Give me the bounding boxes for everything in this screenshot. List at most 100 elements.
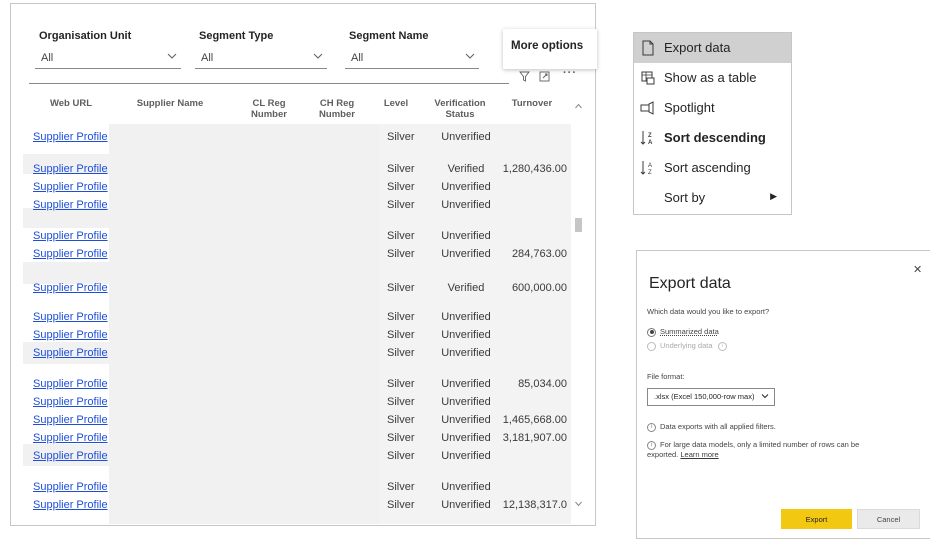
supplier-profile-link[interactable]: Supplier Profile (33, 131, 108, 143)
filter-label-segment-name: Segment Name (349, 30, 429, 42)
svg-text:Z: Z (648, 170, 652, 176)
radio-summarized-data[interactable]: Summarized data (647, 327, 719, 337)
menu-label: Export data (664, 40, 731, 55)
radio-button (647, 341, 656, 351)
radio-label: Underlying data (660, 341, 713, 350)
sort-ascending-icon: AZ (639, 159, 657, 177)
column-header-ch-reg-number[interactable]: CH Reg Number (315, 98, 359, 120)
radio-label: Summarized data (660, 327, 719, 336)
level-cell: Silver (387, 248, 415, 260)
menu-label: Sort descending (664, 130, 766, 145)
scroll-up-icon[interactable] (574, 102, 583, 110)
organisation-unit-dropdown[interactable]: All (35, 48, 181, 69)
learn-more-link[interactable]: Learn more (680, 450, 718, 459)
filter-icon[interactable] (519, 71, 530, 85)
svg-text:A: A (648, 163, 652, 169)
supplier-profile-link[interactable]: Supplier Profile (33, 329, 108, 341)
supplier-profile-link[interactable]: Supplier Profile (33, 378, 108, 390)
supplier-profile-link[interactable]: Supplier Profile (33, 163, 108, 175)
dropdown-value: All (351, 52, 364, 64)
column-header-supplier-name[interactable]: Supplier Name (129, 98, 211, 109)
tooltip-text: More options (511, 40, 584, 52)
file-format-label: File format: (647, 372, 685, 381)
more-options-menu: Export data Show as a table Spotlight ZA… (633, 32, 792, 215)
scroll-down-icon[interactable] (574, 500, 583, 508)
status-cell: Unverified (441, 131, 491, 143)
segment-type-dropdown[interactable]: All (195, 48, 327, 69)
visual-header-divider (29, 83, 509, 84)
menu-item-sort-by[interactable]: Sort by ▶ (634, 183, 791, 213)
info-text: For large data models, only a limited nu… (647, 440, 860, 459)
segment-name-dropdown[interactable]: All (345, 48, 479, 69)
menu-label: Spotlight (664, 100, 715, 115)
supplier-profile-link[interactable]: Supplier Profile (33, 432, 108, 444)
radio-button-selected[interactable] (647, 327, 656, 337)
export-icon (639, 39, 657, 57)
menu-label: Sort ascending (664, 160, 751, 175)
dropdown-value: All (201, 52, 214, 64)
level-cell: Silver (387, 396, 415, 408)
column-header-web-url[interactable]: Web URL (45, 98, 97, 109)
supplier-profile-link[interactable]: Supplier Profile (33, 347, 108, 359)
info-icon: i (647, 422, 656, 432)
supplier-profile-link[interactable]: Supplier Profile (33, 499, 108, 511)
turnover-cell: 1,280,436.00 (502, 163, 567, 175)
report-visual: Organisation Unit All Segment Type All S… (10, 3, 597, 526)
menu-item-sort-ascending[interactable]: AZ Sort ascending (634, 153, 791, 183)
chevron-down-icon (761, 394, 769, 399)
column-header-turnover[interactable]: Turnover (503, 98, 561, 109)
column-header-level[interactable]: Level (381, 98, 411, 109)
status-cell: Unverified (441, 499, 491, 511)
column-header-cl-reg-number[interactable]: CL Reg Number (247, 98, 291, 120)
supplier-profile-link[interactable]: Supplier Profile (33, 414, 108, 426)
chevron-down-icon (167, 51, 177, 61)
level-cell: Silver (387, 181, 415, 193)
svg-text:A: A (648, 140, 653, 146)
menu-item-spotlight[interactable]: Spotlight (634, 93, 791, 123)
supplier-profile-link[interactable]: Supplier Profile (33, 481, 108, 493)
table-icon (639, 69, 657, 87)
status-cell: Unverified (441, 329, 491, 341)
chevron-down-icon (465, 51, 475, 61)
scroll-thumb[interactable] (575, 218, 582, 232)
more-options-icon[interactable]: ··· (563, 67, 577, 79)
menu-item-export-data[interactable]: Export data (634, 33, 791, 63)
column-header-verification-status[interactable]: Verification Status (430, 98, 490, 120)
more-options-tooltip: More options (503, 29, 597, 69)
supplier-profile-link[interactable]: Supplier Profile (33, 450, 108, 462)
level-cell: Silver (387, 378, 415, 390)
file-format-select[interactable]: .xlsx (Excel 150,000-row max) (647, 388, 775, 406)
info-icon: i (647, 440, 656, 450)
status-cell: Unverified (441, 378, 491, 390)
supplier-profile-link[interactable]: Supplier Profile (33, 181, 108, 193)
close-icon[interactable]: ✕ (913, 263, 922, 276)
table-scrollbar[interactable] (574, 102, 583, 512)
turnover-cell: 1,465,668.00 (502, 414, 567, 426)
turnover-cell: 284,763.00 (511, 248, 567, 260)
status-cell: Verified (447, 282, 485, 294)
select-value: .xlsx (Excel 150,000-row max) (654, 392, 755, 401)
status-cell: Unverified (441, 450, 491, 462)
dropdown-value: All (41, 52, 54, 64)
status-cell: Unverified (441, 481, 491, 493)
supplier-profile-link[interactable]: Supplier Profile (33, 282, 108, 294)
supplier-profile-link[interactable]: Supplier Profile (33, 199, 108, 211)
level-cell: Silver (387, 432, 415, 444)
chevron-down-icon (313, 51, 323, 61)
menu-item-show-as-table[interactable]: Show as a table (634, 63, 791, 93)
export-button[interactable]: Export (781, 509, 852, 529)
supplier-profile-link[interactable]: Supplier Profile (33, 311, 108, 323)
turnover-cell: 600,000.00 (511, 282, 567, 294)
cancel-button[interactable]: Cancel (857, 509, 920, 529)
supplier-profile-link[interactable]: Supplier Profile (33, 396, 108, 408)
supplier-profile-link[interactable]: Supplier Profile (33, 230, 108, 242)
level-cell: Silver (387, 199, 415, 211)
focus-mode-icon[interactable] (539, 71, 550, 85)
status-cell: Unverified (441, 347, 491, 359)
menu-item-sort-descending[interactable]: ZA Sort descending (634, 123, 791, 153)
info-text: Data exports with all applied filters. (660, 422, 776, 431)
row-band (23, 208, 109, 228)
supplier-profile-link[interactable]: Supplier Profile (33, 248, 108, 260)
info-icon: i (717, 341, 727, 351)
level-cell: Silver (387, 450, 415, 462)
